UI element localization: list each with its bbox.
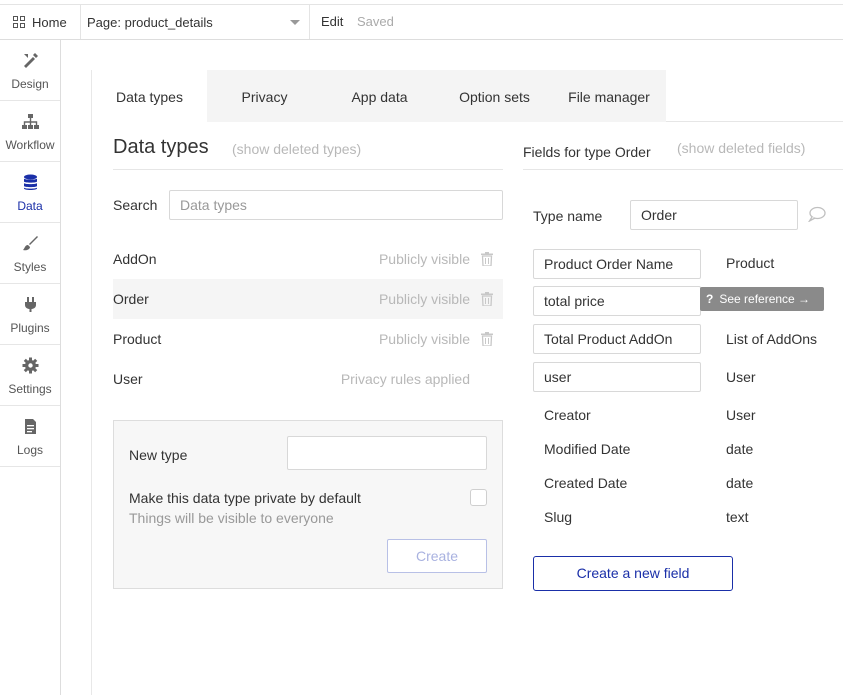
- tab-app-data[interactable]: App data: [322, 70, 437, 122]
- tab-file-manager[interactable]: File manager: [552, 70, 666, 122]
- tab-data-types[interactable]: Data types: [92, 70, 207, 122]
- design-icon: [24, 53, 38, 68]
- comment-icon[interactable]: [808, 206, 826, 222]
- builtin-field-name: Modified Date: [544, 441, 631, 457]
- sidebar-item-logs[interactable]: Logs: [0, 406, 60, 467]
- data-type-privacy-status: Publicly visible: [378, 331, 470, 347]
- data-type-privacy-status: Publicly visible: [378, 251, 470, 267]
- data-type-privacy-status: Publicly visible: [378, 291, 470, 307]
- new-type-form: New type Make this data type private by …: [113, 420, 503, 589]
- data-type-name: Order: [113, 291, 149, 307]
- tab-option-sets[interactable]: Option sets: [437, 70, 552, 122]
- plug-icon: [25, 297, 36, 312]
- sidebar-item-settings[interactable]: Settings: [0, 345, 60, 406]
- tab-privacy[interactable]: Privacy: [207, 70, 322, 122]
- see-reference-tooltip[interactable]: ? See reference →: [700, 287, 824, 311]
- data-panel: Data types Privacy App data Option sets …: [91, 70, 843, 695]
- new-type-input[interactable]: [287, 436, 487, 470]
- sidebar: Design Workflow Data Styles Plugins Sett…: [0, 40, 61, 695]
- type-name-label: Type name: [533, 208, 603, 224]
- divider: [113, 169, 503, 170]
- field-type: Product: [726, 255, 775, 271]
- create-field-button[interactable]: Create a new field: [533, 556, 733, 591]
- create-type-button[interactable]: Create: [387, 539, 487, 573]
- field-type: List of AddOns: [726, 331, 818, 347]
- page-selector[interactable]: Page: product_details: [80, 5, 310, 39]
- home-label: Home: [32, 14, 67, 30]
- sidebar-item-label: Workflow: [5, 138, 55, 152]
- home-button[interactable]: Home: [0, 5, 80, 39]
- search-input[interactable]: [169, 190, 503, 220]
- builtin-field-name: Creator: [544, 407, 591, 423]
- sidebar-item-label: Settings: [8, 382, 52, 396]
- field-name-input[interactable]: Product Order Name: [533, 249, 701, 279]
- builtin-field-name: Slug: [544, 509, 573, 525]
- data-type-name: User: [113, 371, 143, 387]
- data-type-row-order[interactable]: Order Publicly visible: [113, 279, 503, 319]
- chevron-down-icon: [290, 20, 300, 25]
- divider: [523, 169, 843, 170]
- search-label: Search: [113, 197, 158, 213]
- type-name-input[interactable]: Order: [630, 200, 798, 230]
- sidebar-item-label: Design: [11, 77, 49, 91]
- tab-divider: [666, 121, 843, 122]
- document-icon: [25, 419, 36, 434]
- data-type-row-addon[interactable]: AddOn Publicly visible: [113, 239, 503, 279]
- database-icon: [24, 174, 37, 190]
- field-type: date: [726, 475, 754, 491]
- show-deleted-types-link[interactable]: (show deleted types): [232, 141, 361, 157]
- field-type: User: [726, 369, 756, 385]
- help-icon: ?: [706, 292, 714, 306]
- private-by-default-label: Make this data type private by default: [129, 490, 361, 506]
- field-name-input[interactable]: user: [533, 362, 701, 392]
- data-type-row-user[interactable]: User Privacy rules applied: [113, 359, 503, 399]
- edit-menu[interactable]: Edit: [321, 14, 343, 29]
- sidebar-item-plugins[interactable]: Plugins: [0, 284, 60, 345]
- sidebar-item-design[interactable]: Design: [0, 40, 60, 101]
- page-selector-label: Page: product_details: [87, 14, 213, 30]
- grid-icon: [13, 15, 26, 29]
- sidebar-item-label: Plugins: [10, 321, 50, 335]
- data-type-row-product[interactable]: Product Publicly visible: [113, 319, 503, 359]
- sidebar-item-label: Logs: [16, 443, 44, 457]
- field-type: User: [726, 407, 756, 423]
- data-types-title: Data types: [113, 136, 209, 158]
- data-type-name: AddOn: [113, 251, 157, 267]
- field-name-input[interactable]: Total Product AddOn: [533, 324, 701, 354]
- fields-title: Fields for type Order: [523, 144, 651, 160]
- see-reference-label: See reference →: [719, 292, 811, 306]
- workflow-icon: [22, 114, 39, 129]
- field-type: text: [726, 509, 749, 525]
- sidebar-item-label: Styles: [13, 260, 47, 274]
- sidebar-item-data[interactable]: Data: [0, 162, 60, 223]
- builtin-field-name: Created Date: [544, 475, 628, 491]
- field-name-input[interactable]: total price: [533, 286, 701, 316]
- private-by-default-hint: Things will be visible to everyone: [129, 510, 334, 526]
- sidebar-item-label: Data: [17, 199, 43, 213]
- sidebar-item-styles[interactable]: Styles: [0, 223, 60, 284]
- private-by-default-checkbox[interactable]: [470, 489, 487, 506]
- field-type: date: [726, 441, 754, 457]
- tab-bar: Data types Privacy App data Option sets …: [92, 70, 666, 122]
- trash-icon[interactable]: [481, 332, 493, 346]
- top-bar: Home Page: product_details Edit Saved: [0, 4, 843, 40]
- brush-icon: [23, 236, 38, 251]
- save-status: Saved: [357, 14, 394, 29]
- trash-icon[interactable]: [481, 252, 493, 266]
- trash-icon[interactable]: [481, 292, 493, 306]
- new-type-label: New type: [129, 447, 188, 463]
- data-type-name: Product: [113, 331, 162, 347]
- data-type-privacy-status: Privacy rules applied: [340, 371, 470, 387]
- sidebar-item-workflow[interactable]: Workflow: [0, 101, 60, 162]
- data-types-list: AddOn Publicly visible Order Publicly vi…: [113, 239, 503, 399]
- gear-icon: [22, 357, 39, 374]
- show-deleted-fields-link[interactable]: (show deleted fields): [677, 140, 805, 156]
